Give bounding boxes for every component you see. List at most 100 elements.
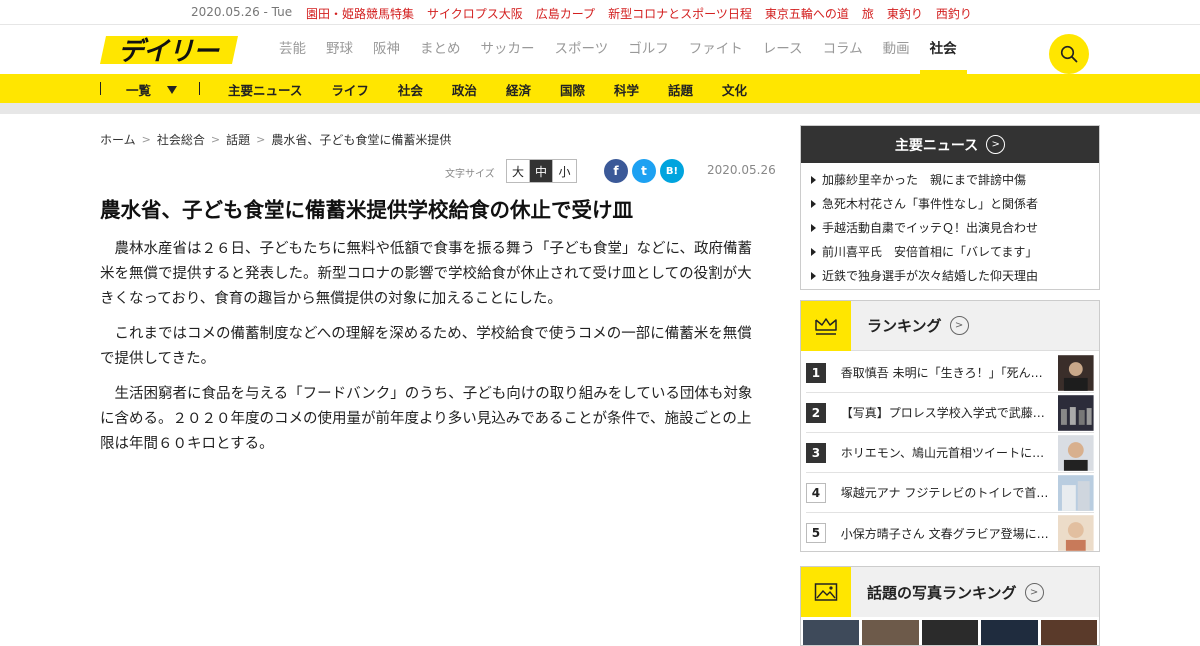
breadcrumb-home[interactable]: ホーム bbox=[100, 131, 136, 148]
subnav-item[interactable]: 科学 bbox=[614, 80, 639, 99]
photo-thumbnail[interactable] bbox=[921, 620, 979, 645]
rank-thumbnail bbox=[1058, 515, 1094, 551]
top-link[interactable]: 東京五輪への道 bbox=[765, 5, 849, 22]
current-date: 2020.05.26 - Tue bbox=[191, 5, 293, 19]
divider bbox=[199, 82, 200, 95]
breadcrumb-category[interactable]: 社会総合 bbox=[157, 131, 205, 148]
ranking-item[interactable]: 2 【写真】プロレス学校入学式で武藤あ… bbox=[806, 393, 1094, 433]
article-tools: 文字サイズ 大 中 小 f t B! 2020.05.26 bbox=[100, 159, 776, 183]
chevron-right-icon: > bbox=[210, 132, 221, 146]
daily-logo[interactable]: デイリー bbox=[100, 33, 240, 67]
nav-item-sports[interactable]: スポーツ bbox=[555, 25, 609, 74]
rank-title: ホリエモン、鳩山元首相ツイートに猛… bbox=[840, 446, 1054, 460]
photo-thumbnail[interactable] bbox=[862, 620, 919, 645]
article-headline: 農水省、子ども食堂に備蓄米提供学校給食の休止で受け皿 bbox=[100, 198, 633, 222]
subnav-item[interactable]: 文化 bbox=[722, 80, 747, 99]
rank-thumbnail bbox=[1058, 474, 1094, 511]
nav-item-hanshin[interactable]: 阪神 bbox=[373, 25, 400, 74]
ranking-item[interactable]: 5 小保方晴子さん 文春グラビア登場に… bbox=[806, 513, 1094, 553]
list-dropdown[interactable]: 一覧 bbox=[126, 80, 178, 99]
rank-number: 5 bbox=[806, 523, 826, 543]
font-size-large-button[interactable]: 大 bbox=[507, 160, 530, 182]
rank-number: 1 bbox=[806, 362, 826, 383]
top-links: 園田・姫路競馬特集 サイクロプス大阪 広島カープ 新型コロナとスポーツ日程 東京… bbox=[306, 5, 985, 22]
top-link[interactable]: 広島カープ bbox=[536, 5, 595, 22]
top-link[interactable]: 旅 bbox=[862, 5, 874, 22]
font-size-medium-button[interactable]: 中 bbox=[530, 160, 553, 182]
rank-number: 3 bbox=[806, 442, 826, 463]
rank-number: 4 bbox=[806, 482, 826, 503]
gray-divider-bar bbox=[0, 103, 1200, 114]
photo-ranking-title: 話題の写真ランキング bbox=[867, 583, 1017, 602]
top-link[interactable]: サイクロプス大阪 bbox=[427, 5, 523, 22]
nav-item-yakyu[interactable]: 野球 bbox=[326, 25, 353, 74]
top-link[interactable]: 新型コロナとスポーツ日程 bbox=[608, 5, 752, 22]
crown-icon bbox=[801, 300, 851, 351]
rank-title: 小保方晴子さん 文春グラビア登場に… bbox=[840, 526, 1049, 541]
list-dropdown-label: 一覧 bbox=[126, 83, 152, 98]
dropdown-triangle-icon bbox=[167, 85, 178, 94]
divider bbox=[100, 82, 101, 95]
nav-item-golf[interactable]: ゴルフ bbox=[628, 25, 669, 74]
subnav-item[interactable]: 主要ニュース bbox=[228, 80, 302, 99]
main-news-header[interactable]: 主要ニュース > bbox=[801, 126, 1099, 163]
subnav-item[interactable]: ライフ bbox=[331, 80, 369, 99]
arrow-right-icon: > bbox=[949, 316, 969, 335]
nav-item-fight[interactable]: ファイト bbox=[689, 25, 743, 74]
ranking-item[interactable]: 1 香取慎吾 未明に「生きろ！」「死ん… bbox=[806, 353, 1094, 393]
category-links: 主要ニュース ライフ 社会 政治 経済 国際 科学 話題 文化 bbox=[228, 80, 776, 99]
main-news-list: 加藤紗里辛かった 親にまで誹謗中傷 急死木村花さん「事件性なし」と関係者 手越活… bbox=[801, 163, 1099, 288]
top-link[interactable]: 園田・姫路競馬特集 bbox=[306, 5, 414, 22]
photo-thumbnail[interactable] bbox=[803, 620, 860, 645]
top-link[interactable]: 東釣り bbox=[887, 5, 923, 22]
font-size-switcher: 大 中 小 bbox=[506, 159, 577, 183]
search-button[interactable] bbox=[1049, 34, 1089, 74]
nav-item-matome[interactable]: まとめ bbox=[420, 25, 461, 74]
photo-ranking-box: 話題の写真ランキング > bbox=[800, 566, 1100, 646]
news-item[interactable]: 前川喜平氏 安倍首相に「バレてます」 bbox=[801, 240, 1099, 264]
facebook-share-icon[interactable]: f bbox=[604, 159, 628, 183]
main-nav: 芸能 野球 阪神 まとめ サッカー スポーツ ゴルフ ファイト レース コラム … bbox=[279, 25, 977, 74]
breadcrumb: ホーム > 社会総合 > 話題 > 農水省、子ども食堂に備蓄米提供 bbox=[100, 125, 770, 153]
main-news-box: 主要ニュース > 加藤紗里辛かった 親にまで誹謗中傷 急死木村花さん「事件性なし… bbox=[800, 125, 1100, 290]
news-item[interactable]: 近鉄で独身選手が次々結婚した仰天理由 bbox=[801, 264, 1099, 288]
subnav-item[interactable]: 社会 bbox=[398, 80, 423, 99]
chevron-right-icon: > bbox=[141, 132, 151, 146]
news-item[interactable]: 急死木村花さん「事件性なし」と関係者 bbox=[801, 192, 1099, 216]
logo-text: デイリー bbox=[118, 37, 220, 67]
photo-thumbnail[interactable] bbox=[981, 620, 1038, 645]
photo-thumbnail[interactable] bbox=[1040, 620, 1098, 645]
article-paragraph: 生活困窮者に食品を与える「フードバンク」のうち、子ども向けの取り組みをしている団… bbox=[100, 386, 753, 452]
photo-ranking-header[interactable]: 話題の写真ランキング > bbox=[801, 567, 1099, 617]
chevron-right-icon: > bbox=[256, 132, 266, 146]
subnav-item[interactable]: 経済 bbox=[506, 80, 531, 99]
rank-title: 【写真】プロレス学校入学式で武藤あ… bbox=[840, 406, 1054, 420]
hatena-bookmark-icon[interactable]: B! bbox=[660, 159, 684, 183]
news-item[interactable]: 加藤紗里辛かった 親にまで誹謗中傷 bbox=[801, 168, 1099, 192]
nav-item-column[interactable]: コラム bbox=[823, 25, 863, 74]
article-main: ホーム > 社会総合 > 話題 > 農水省、子ども食堂に備蓄米提供 文字サイズ … bbox=[100, 125, 776, 453]
ranking-item[interactable]: 4 塚越元アナ フジテレビのトイレで首… bbox=[806, 473, 1094, 513]
nav-item-geino[interactable]: 芸能 bbox=[279, 25, 306, 74]
nav-item-soccer[interactable]: サッカー bbox=[481, 25, 535, 74]
rank-thumbnail bbox=[1058, 394, 1094, 431]
top-info-bar: 2020.05.26 - Tue 園田・姫路競馬特集 サイクロプス大阪 広島カー… bbox=[0, 0, 1200, 25]
article-paragraph: これまではコメの備蓄制度などへの理解を深めるため、学校給食で使うコメの一部に備蓄… bbox=[100, 326, 752, 367]
subnav-item[interactable]: 政治 bbox=[452, 80, 477, 99]
twitter-share-icon[interactable]: t bbox=[632, 159, 656, 183]
nav-item-video[interactable]: 動画 bbox=[883, 25, 910, 74]
ranking-header[interactable]: ランキング > bbox=[801, 300, 1099, 351]
top-link[interactable]: 西釣り bbox=[936, 5, 972, 22]
breadcrumb-topic[interactable]: 話題 bbox=[226, 131, 250, 148]
subnav-item[interactable]: 国際 bbox=[560, 80, 585, 99]
nav-item-shakai[interactable]: 社会 bbox=[919, 25, 967, 74]
font-size-label: 文字サイズ bbox=[445, 169, 495, 180]
nav-item-race[interactable]: レース bbox=[763, 25, 803, 74]
font-size-small-button[interactable]: 小 bbox=[553, 160, 576, 182]
article-paragraph: 農林水産省は２６日、子どもたちに無料や低額で食事を振る舞う「子ども食堂」などに、… bbox=[100, 241, 753, 307]
ranking-list: 1 香取慎吾 未明に「生きろ！」「死ん… 2 【写真】プロレス学校入学式で武藤あ… bbox=[801, 351, 1099, 553]
rank-title: 香取慎吾 未明に「生きろ！」「死ん… bbox=[840, 366, 1043, 380]
subnav-item[interactable]: 話題 bbox=[668, 80, 693, 99]
ranking-item[interactable]: 3 ホリエモン、鳩山元首相ツイートに猛… bbox=[806, 433, 1094, 473]
news-item[interactable]: 手越活動自粛でイッテＱ！出演見合わせ bbox=[801, 216, 1099, 240]
